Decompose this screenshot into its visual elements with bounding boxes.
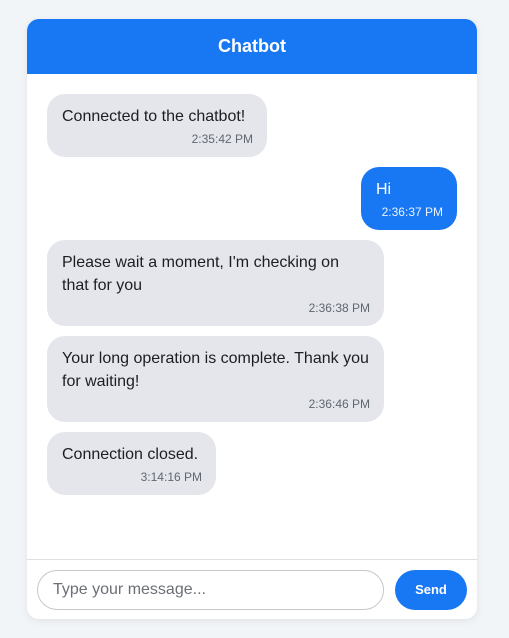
- message-row: Connected to the chatbot! 2:35:42 PM: [47, 94, 457, 157]
- bot-message-bubble: Connection closed. 3:14:16 PM: [47, 432, 216, 495]
- message-list: Connected to the chatbot! 2:35:42 PM Hi …: [27, 74, 477, 559]
- send-button[interactable]: Send: [395, 569, 467, 610]
- user-message-bubble: Hi 2:36:37 PM: [361, 167, 457, 230]
- bot-message-bubble: Connected to the chatbot! 2:35:42 PM: [47, 94, 267, 157]
- message-text: Your long operation is complete. Thank y…: [62, 350, 369, 390]
- chat-title: Chatbot: [218, 36, 286, 56]
- message-timestamp: 2:36:38 PM: [308, 301, 370, 315]
- chat-window: Chatbot Connected to the chatbot! 2:35:4…: [27, 19, 477, 619]
- message-row: Your long operation is complete. Thank y…: [47, 336, 457, 422]
- message-text: Connection closed.: [62, 446, 199, 463]
- message-timestamp: 3:14:16 PM: [140, 470, 202, 484]
- chat-header: Chatbot: [27, 19, 477, 74]
- composer-bar: Send: [27, 559, 477, 619]
- message-text: Please wait a moment, I'm checking on th…: [62, 254, 339, 294]
- bot-message-bubble: Please wait a moment, I'm checking on th…: [47, 240, 384, 326]
- message-row: Connection closed. 3:14:16 PM: [47, 432, 457, 495]
- message-text: Hi: [376, 181, 392, 198]
- message-row: Hi 2:36:37 PM: [47, 167, 457, 230]
- message-timestamp: 2:35:42 PM: [191, 132, 253, 146]
- bot-message-bubble: Your long operation is complete. Thank y…: [47, 336, 384, 422]
- message-timestamp: 2:36:37 PM: [381, 205, 443, 219]
- message-input[interactable]: [37, 569, 384, 610]
- message-row: Please wait a moment, I'm checking on th…: [47, 240, 457, 326]
- message-text: Connected to the chatbot!: [62, 108, 246, 125]
- message-timestamp: 2:36:46 PM: [308, 397, 370, 411]
